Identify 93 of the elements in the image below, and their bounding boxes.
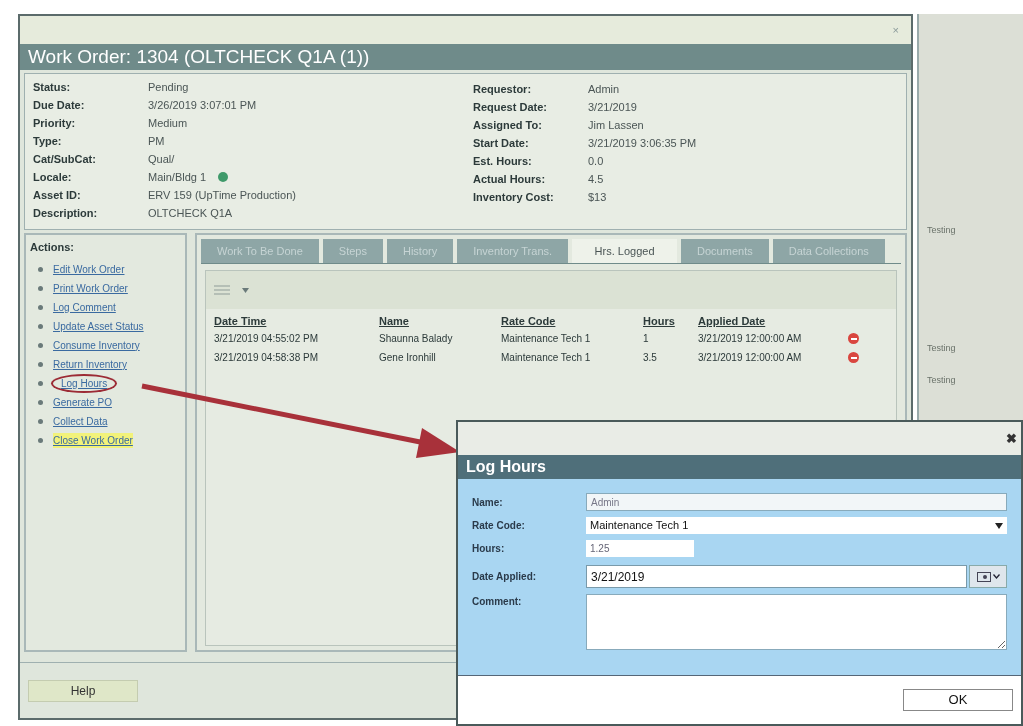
table-cell-text: 3/21/2019 04:55:02 PM [214, 332, 319, 346]
comment-field[interactable] [586, 594, 1007, 650]
column-header[interactable]: Hours [643, 312, 698, 330]
action-link[interactable]: Return Inventory [53, 356, 127, 372]
field-value: 3/21/2019 3:06:35 PM [588, 135, 697, 151]
bullet-icon [38, 304, 43, 310]
action-link[interactable]: Collect Data [53, 413, 108, 429]
close-button[interactable]: × [892, 21, 899, 39]
field-label: Date Applied: [472, 570, 538, 584]
field-value: Admin [588, 81, 620, 97]
action-link[interactable]: Generate PO [53, 394, 112, 410]
bullet-icon [38, 266, 43, 272]
field-label: Start Date: [473, 135, 530, 151]
field-label: Actual Hours: [473, 171, 547, 187]
field-label: Description: [33, 205, 99, 221]
field-label: Due Date: [33, 97, 86, 113]
table-cell-text: Gene Ironhill [379, 351, 437, 365]
table-cell-text: 1 [643, 332, 650, 346]
table-cell-text: 3/21/2019 12:00:00 AM [698, 332, 803, 346]
field-label: Hours: [472, 542, 506, 556]
field-value: Main/Bldg 1 [148, 169, 207, 185]
action-link[interactable]: Print Work Order [53, 280, 128, 296]
field-value: 0.0 [588, 153, 604, 169]
field-value: PM [148, 133, 165, 149]
action-link[interactable]: Consume Inventory [53, 337, 140, 353]
column-header[interactable]: Date Time [214, 312, 379, 330]
field-label: Asset ID: [33, 187, 82, 203]
action-link[interactable]: Log Hours [53, 375, 116, 391]
table-cell-text: 3/21/2019 04:58:38 PM [214, 351, 319, 365]
column-header[interactable]: Name [379, 312, 501, 330]
column-header[interactable]: Applied Date [698, 312, 848, 330]
field-value: Medium [148, 115, 188, 131]
field-value: Qual/ [148, 151, 175, 167]
field-label: Est. Hours: [473, 153, 533, 169]
field-value: Jim Lassen [588, 117, 644, 133]
dropdown-arrow-icon [995, 522, 1003, 529]
table-cell-text: 3/21/2019 12:00:00 AM [698, 351, 803, 365]
window-title: Work Order: 1304 (OLTCHECK Q1A (1)) [20, 44, 911, 70]
field-value: Pending [148, 79, 189, 95]
bullet-icon [38, 361, 43, 367]
delete-icon[interactable] [848, 333, 859, 344]
field-value: $13 [588, 189, 607, 205]
field-label: Type: [33, 133, 63, 149]
field-value: 3/21/2019 [588, 99, 637, 115]
column-header[interactable]: Rate Code [501, 312, 643, 330]
bullet-icon [38, 342, 43, 348]
action-link[interactable]: Close Work Order [53, 432, 133, 448]
field-label: Rate Code: [472, 519, 526, 533]
help-button[interactable]: Help [28, 679, 138, 702]
actions-title: Actions: [30, 240, 75, 255]
field-label: Assigned To: [473, 117, 543, 133]
table-cell-text: Maintenance Tech 1 [501, 332, 592, 346]
action-link[interactable]: Edit Work Order [53, 261, 125, 277]
field-label: Locale: [33, 169, 73, 185]
caret-icon[interactable] [242, 287, 249, 293]
dialog-title: Log Hours [458, 455, 1021, 479]
field-label: Request Date: [473, 99, 548, 115]
field-label: Priority: [33, 115, 77, 131]
ok-button[interactable]: OK [903, 689, 1013, 711]
field-value: OLTCHECK Q1A [148, 205, 233, 221]
calendar-button[interactable] [969, 565, 1007, 588]
field-label: Requestor: [473, 81, 533, 97]
action-link[interactable]: Log Comment [53, 299, 116, 315]
table-cell-text: Maintenance Tech 1 [501, 351, 592, 365]
rate-code-dropdown[interactable]: Maintenance Tech 1 [586, 517, 1007, 534]
field-value: ERV 159 (UpTime Production) [148, 187, 296, 203]
table-cell-text: Shaunna Balady [379, 332, 454, 346]
field-value: 3/26/2019 3:07:01 PM [148, 97, 257, 113]
close-button[interactable]: ✖ [1006, 428, 1017, 449]
table-cell-text: Testing [927, 341, 957, 355]
bullet-icon [38, 437, 43, 443]
tab[interactable]: Hrs. Logged [572, 239, 678, 263]
table-cell-text: 3.5 [643, 351, 658, 365]
field-label: Status: [33, 79, 72, 95]
name-field[interactable]: Admin [586, 493, 1007, 511]
field-label: Cat/SubCat: [33, 151, 97, 167]
field-label: Inventory Cost: [473, 189, 555, 205]
bullet-icon [38, 285, 43, 291]
action-link[interactable]: Update Asset Status [53, 318, 144, 334]
bullet-icon [38, 380, 43, 386]
bullet-icon [38, 418, 43, 424]
field-label: Comment: [472, 595, 523, 609]
date-field[interactable]: 3/21/2019 [586, 565, 967, 588]
calendar-icon [976, 571, 991, 582]
table-cell-text: Testing [927, 374, 957, 387]
chevron-down-icon [992, 574, 1000, 579]
bullet-icon [38, 323, 43, 329]
delete-icon[interactable] [848, 352, 859, 363]
bullet-icon [38, 399, 43, 405]
hours-field[interactable]: 1.25 [586, 540, 694, 557]
field-label: Name: [472, 495, 504, 510]
field-value: 4.5 [588, 171, 604, 187]
table-cell-text: Testing [927, 224, 957, 237]
